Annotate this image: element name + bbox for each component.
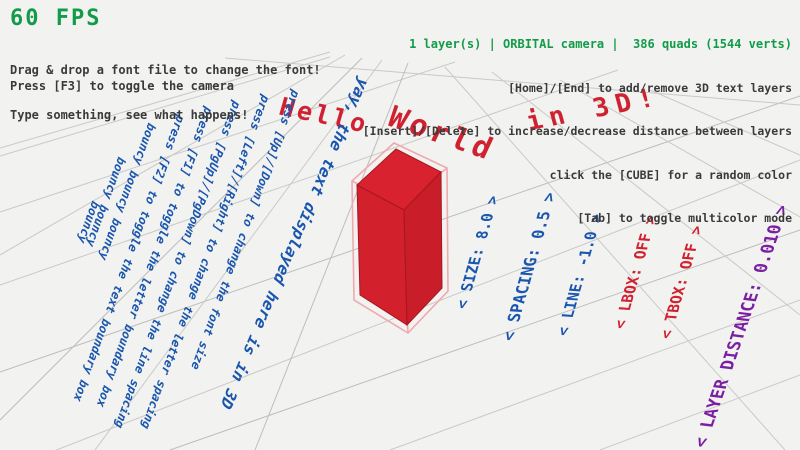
help-layers: [Home]/[End] to add/remove 3D text layer… xyxy=(363,81,792,96)
status-and-help: 1 layer(s) | ORBITAL camera | 386 quads … xyxy=(363,8,792,255)
instructions: Drag & drop a font file to change the fo… xyxy=(10,33,321,153)
scene-viewport[interactable]: Hello World in 3D! yay, the text display… xyxy=(0,0,800,450)
help-cube-color: click the [CUBE] for a random color xyxy=(363,168,792,183)
status-bar: 1 layer(s) | ORBITAL camera | 386 quads … xyxy=(363,37,792,52)
instruction-type: Type something, see what happens! xyxy=(10,108,321,123)
help-layer-distance: [Insert]/[Delete] to increase/decrease d… xyxy=(363,124,792,139)
instruction-drag-drop: Drag & drop a font file to change the fo… xyxy=(10,63,321,78)
help-multicolor: [Tab] to toggle multicolor mode xyxy=(363,211,792,226)
camera-hint: Press [F3] to toggle the camera xyxy=(10,79,234,93)
fps-counter: 60 FPS xyxy=(10,6,101,31)
